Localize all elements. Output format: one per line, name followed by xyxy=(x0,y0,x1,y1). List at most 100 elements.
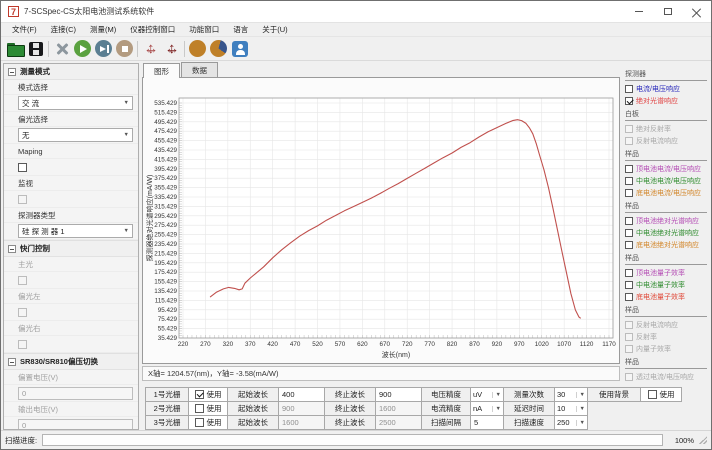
curve-checkbox xyxy=(625,137,633,145)
settings-section-0: 测量模式模式选择交 流▼偏光选择无▼Maping监视探测器类型硅 探 测 器 1… xyxy=(4,64,138,241)
curve-checkbox[interactable] xyxy=(625,269,633,277)
use-checkbox[interactable] xyxy=(195,404,204,413)
use-checkbox[interactable] xyxy=(648,390,657,399)
resize-grip-icon[interactable] xyxy=(699,436,707,444)
menu-item-5[interactable]: 语言 xyxy=(226,23,255,36)
curve-checkbox[interactable] xyxy=(625,217,633,225)
table-cell-label: 3号光栅 xyxy=(145,415,189,430)
dropdown-select[interactable]: 无▼ xyxy=(18,128,133,142)
tab-graph[interactable]: 图形 xyxy=(143,63,180,78)
section-header-1[interactable]: 快门控制 xyxy=(4,241,138,257)
move-dark-button[interactable] xyxy=(161,38,182,59)
section-header-0[interactable]: 测量模式 xyxy=(4,64,138,80)
use-checkbox[interactable] xyxy=(195,390,204,399)
table-cell-select[interactable]: uV▼ xyxy=(470,387,504,402)
menu-item-0[interactable]: 文件(F) xyxy=(5,23,44,36)
panel-row: 偏光右 xyxy=(4,321,138,336)
user-button[interactable] xyxy=(229,38,250,59)
table-cell-input[interactable]: 400 xyxy=(278,387,325,402)
menu-item-2[interactable]: 测量(M) xyxy=(83,23,123,36)
svg-text:275.429: 275.429 xyxy=(154,222,177,229)
scan-progress-bar xyxy=(42,434,663,446)
curve-checkbox[interactable] xyxy=(625,293,633,301)
svg-text:235.429: 235.429 xyxy=(154,241,177,248)
curve-checkbox[interactable] xyxy=(625,241,633,249)
curve-checkbox[interactable] xyxy=(625,97,633,105)
tab-data[interactable]: 数据 xyxy=(181,62,218,78)
dropdown-select[interactable]: 交 流▼ xyxy=(18,96,133,110)
curve-label: 顶电池绝对光谱响应 xyxy=(636,216,699,226)
main-area: 测量模式模式选择交 流▼偏光选择无▼Maping监视探测器类型硅 探 测 器 1… xyxy=(1,61,711,432)
dropdown-select[interactable]: 硅 探 测 器 1▼ xyxy=(18,224,133,238)
curve-checkbox[interactable] xyxy=(625,177,633,185)
curve-checkbox[interactable] xyxy=(625,189,633,197)
curve-group-title-5: 样品 xyxy=(625,305,707,317)
table-cell-input[interactable]: 900 xyxy=(375,387,422,402)
menu-item-4[interactable]: 功能窗口 xyxy=(182,23,226,36)
collapse-icon[interactable] xyxy=(8,245,16,253)
curve-group-title-3: 样品 xyxy=(625,201,707,213)
settings-section-1: 快门控制主光偏光左偏光右 xyxy=(4,241,138,354)
checkbox[interactable] xyxy=(18,163,27,172)
chevron-down-icon: ▼ xyxy=(576,392,585,398)
curve-label: 底电池绝对光谱响应 xyxy=(636,240,699,250)
pie-button[interactable] xyxy=(208,38,229,59)
toolbar-separator xyxy=(184,41,185,57)
close-button[interactable] xyxy=(682,1,711,22)
menu-item-6[interactable]: 关于(U) xyxy=(255,23,294,36)
svg-text:375.429: 375.429 xyxy=(154,175,177,182)
maximize-button[interactable] xyxy=(653,1,682,22)
step-button[interactable] xyxy=(93,38,114,59)
curve-checkbox[interactable] xyxy=(625,165,633,173)
curve-toggle-item: 顶电池量子效率 xyxy=(625,267,707,279)
svg-text:455.429: 455.429 xyxy=(154,138,177,145)
stop-button[interactable] xyxy=(114,38,135,59)
table-cell-input[interactable]: 5 xyxy=(470,415,504,430)
collapse-icon[interactable] xyxy=(8,68,16,76)
svg-text:115.429: 115.429 xyxy=(155,297,178,304)
selected-value: nA xyxy=(473,404,482,413)
svg-text:495.429: 495.429 xyxy=(154,119,177,126)
minimize-button[interactable] xyxy=(624,1,653,22)
selected-value: uV xyxy=(473,390,482,399)
curve-visibility-panel: 探测器电流/电压响应绝对光谱响应白板绝对反射率反射电流响应样品顶电池电流/电压响… xyxy=(620,63,709,384)
section-header-2[interactable]: SR830/SR810偏压切换 xyxy=(4,354,138,370)
save-button[interactable] xyxy=(25,38,46,59)
table-cell-select[interactable]: 10▼ xyxy=(554,401,588,416)
start-button[interactable] xyxy=(72,38,93,59)
collapse-icon[interactable] xyxy=(8,358,16,366)
curve-label: 底电池量子效率 xyxy=(636,292,685,302)
menu-item-1[interactable]: 连接(C) xyxy=(44,23,83,36)
sample-button[interactable] xyxy=(187,38,208,59)
curve-toggle-item: 电流/电压响应 xyxy=(625,83,707,95)
table-cell-select[interactable]: nA▼ xyxy=(470,401,504,416)
curve-checkbox[interactable] xyxy=(625,85,633,93)
stop-icon xyxy=(116,40,133,57)
menu-bar: 文件(F)连接(C)测量(M)仪器控制窗口功能窗口语言关于(U) xyxy=(1,23,711,37)
open-button[interactable] xyxy=(4,38,25,59)
curve-checkbox xyxy=(625,373,633,381)
curve-toggle-item: 底电池电流/电压响应 xyxy=(625,187,707,199)
curve-checkbox[interactable] xyxy=(625,281,633,289)
curve-toggle-item: 顶电池电流/电压响应 xyxy=(625,163,707,175)
move-light-button[interactable] xyxy=(140,38,161,59)
table-cell-checkbox: 使用 xyxy=(188,401,228,416)
table-cell-select[interactable]: 30▼ xyxy=(554,387,588,402)
menu-item-3[interactable]: 仪器控制窗口 xyxy=(123,23,182,36)
curve-checkbox[interactable] xyxy=(625,229,633,237)
tools-button[interactable] xyxy=(51,38,72,59)
svg-text:335.429: 335.429 xyxy=(154,194,177,201)
use-checkbox[interactable] xyxy=(195,418,204,427)
table-cell-checkbox: 使用 xyxy=(640,387,682,402)
panel-row: 交 流▼ xyxy=(4,95,138,112)
checkbox xyxy=(18,195,27,204)
table-cell-label: 电压精度 xyxy=(421,387,471,402)
table-cell-input: 2500 xyxy=(375,415,422,430)
spectral-response-chart[interactable]: 535.429515.429495.429475.429455.429435.4… xyxy=(143,78,619,363)
svg-text:620: 620 xyxy=(357,341,368,348)
svg-text:探测器绝对光谱响应(mA/W): 探测器绝对光谱响应(mA/W) xyxy=(145,175,154,262)
table-cell-select[interactable]: 250▼ xyxy=(554,415,588,430)
curve-label: 顶电池量子效率 xyxy=(636,268,685,278)
svg-text:535.429: 535.429 xyxy=(154,100,177,107)
svg-text:395.429: 395.429 xyxy=(154,166,177,173)
